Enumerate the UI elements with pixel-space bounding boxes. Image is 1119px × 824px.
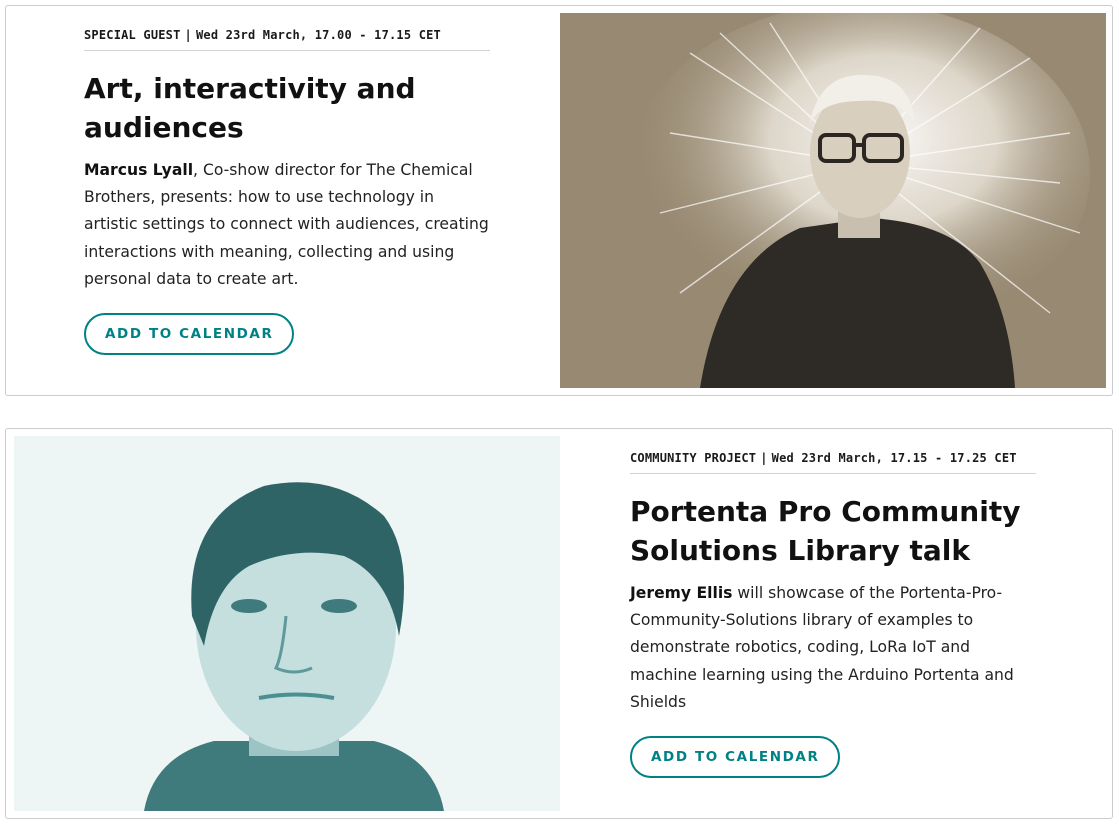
event-category: COMMUNITY PROJECT	[630, 451, 757, 465]
event-datetime: Wed 23rd March, 17.15 - 17.25 CET	[771, 451, 1017, 465]
speaker-name: Marcus Lyall	[84, 161, 194, 179]
event-datetime: Wed 23rd March, 17.00 - 17.15 CET	[195, 28, 441, 42]
event-text-column: COMMUNITY PROJECT | Wed 23rd March, 17.15 …	[630, 451, 1036, 779]
event-category: SPECIAL GUEST	[84, 28, 181, 42]
event-title: Portenta Pro Community Solutions Library…	[630, 495, 1021, 567]
speaker-photo	[560, 13, 1106, 388]
event-card-portenta-pro: COMMUNITY PROJECT | Wed 23rd March, 17.15 …	[5, 428, 1113, 819]
event-description: Marcus Lyall, Co-show director for The C…	[84, 157, 490, 293]
add-to-calendar-button[interactable]: ADD TO CALENDAR	[630, 736, 841, 779]
meta-separator: |	[184, 28, 192, 42]
event-meta: COMMUNITY PROJECT | Wed 23rd March, 17.15 …	[630, 451, 1036, 474]
meta-separator: |	[760, 451, 768, 465]
event-description: Jeremy Ellis will showcase of the Porten…	[630, 580, 1036, 716]
description-text: will showcase of the Portenta-Pro-Commun…	[630, 584, 1014, 711]
speaker-name: Jeremy Ellis	[630, 584, 733, 602]
add-to-calendar-button[interactable]: ADD TO CALENDAR	[84, 313, 295, 356]
portrait-illustration	[14, 436, 560, 811]
event-card-art-interactivity: SPECIAL GUEST | Wed 23rd March, 17.00 - 17…	[5, 5, 1113, 396]
description-text: , Co-show director for The Chemical Brot…	[84, 161, 489, 288]
portrait-illustration	[560, 13, 1106, 388]
speaker-photo	[14, 436, 560, 811]
event-title: Art, interactivity and audiences	[84, 72, 416, 144]
event-meta: SPECIAL GUEST | Wed 23rd March, 17.00 - 17…	[84, 28, 490, 51]
event-text-column: SPECIAL GUEST | Wed 23rd March, 17.00 - 17…	[84, 28, 490, 356]
